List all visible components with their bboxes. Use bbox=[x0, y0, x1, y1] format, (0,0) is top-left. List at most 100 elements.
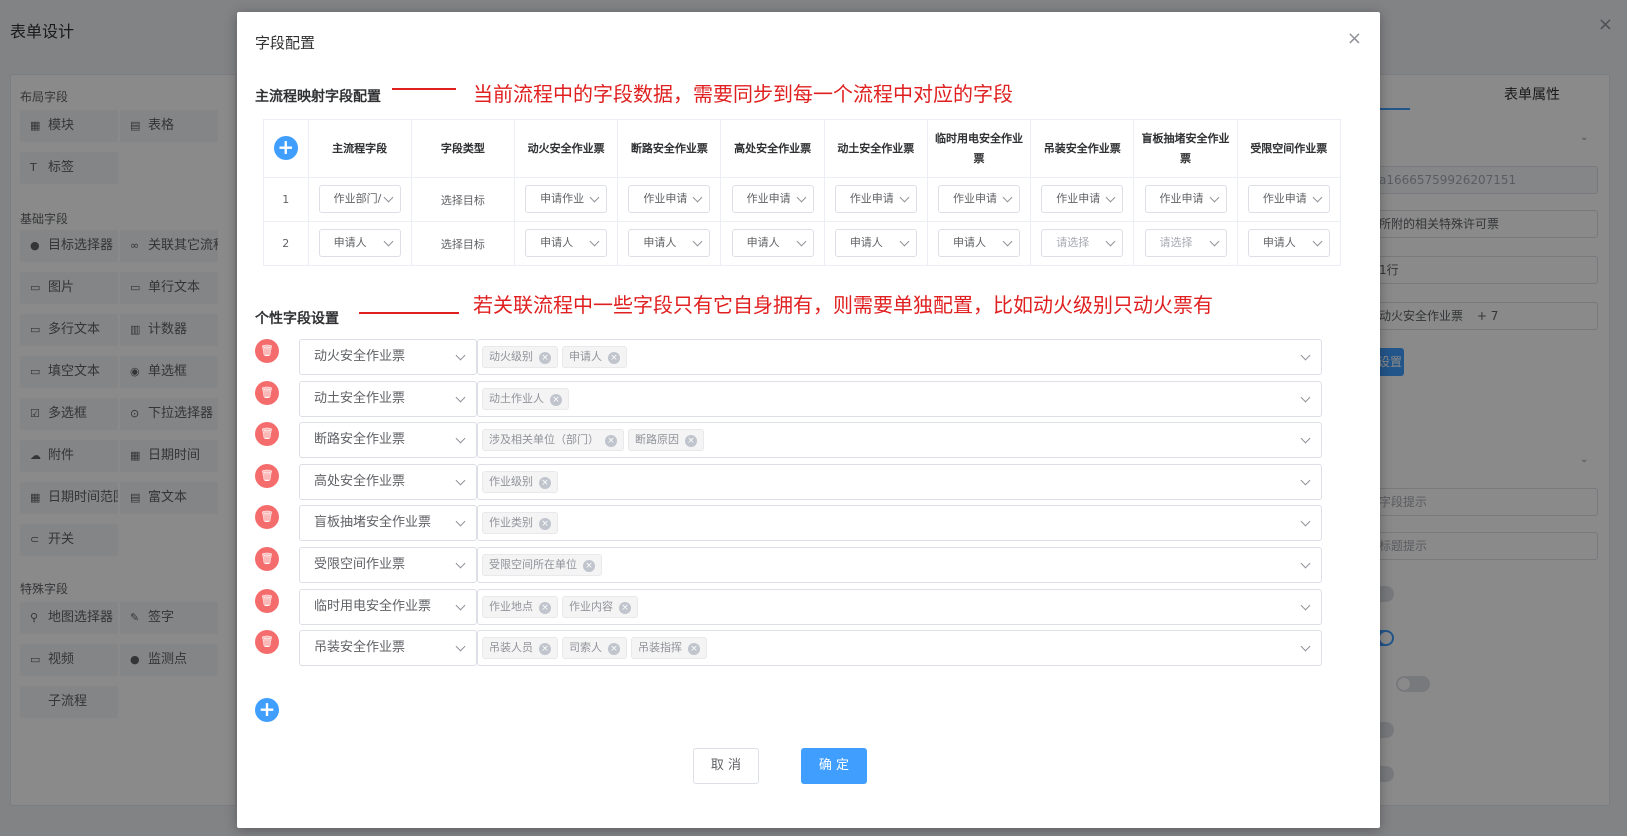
field-tag: 涉及相关单位（部门） × bbox=[482, 429, 624, 451]
fields-multiselect[interactable]: 动火级别 × 申请人 × bbox=[477, 339, 1322, 375]
tag-close-icon[interactable]: × bbox=[605, 435, 617, 447]
form-select-value: 断路安全作业票 bbox=[314, 432, 406, 447]
field-select[interactable]: 申请人 bbox=[1247, 228, 1330, 257]
confirm-button[interactable]: 确 定 bbox=[801, 748, 867, 784]
chevron-down-icon bbox=[692, 236, 703, 246]
dialog-title: 字段配置 bbox=[255, 34, 316, 52]
mapped-field-cell: 申请人 bbox=[617, 221, 722, 266]
field-select[interactable]: 申请人 bbox=[938, 228, 1021, 257]
custom-field-row: 🗑 断路安全作业票 涉及相关单位（部门） × 断路原因 × bbox=[255, 422, 1322, 458]
field-select[interactable]: 请选择 bbox=[1041, 228, 1124, 257]
field-select[interactable]: 申请作业 bbox=[525, 184, 608, 213]
row-index: 2 bbox=[263, 221, 309, 266]
tag-close-icon[interactable]: × bbox=[608, 352, 620, 364]
delete-icon[interactable]: 🗑 bbox=[255, 505, 279, 529]
fields-multiselect[interactable]: 吊装人员 × 司索人 × 吊装指挥 × bbox=[477, 630, 1322, 666]
field-select[interactable]: 申请人 bbox=[834, 228, 917, 257]
form-select[interactable]: 临时用电安全作业票 bbox=[299, 589, 477, 625]
delete-icon[interactable]: 🗑 bbox=[255, 422, 279, 446]
tag-close-icon[interactable]: × bbox=[583, 560, 595, 572]
tag-close-icon[interactable]: × bbox=[608, 643, 620, 655]
tag-close-icon[interactable]: × bbox=[539, 352, 551, 364]
delete-icon[interactable]: 🗑 bbox=[255, 339, 279, 363]
select-value: 作业申请 bbox=[1262, 191, 1307, 205]
fields-multiselect[interactable]: 作业地点 × 作业内容 × bbox=[477, 589, 1322, 625]
mapped-field-cell: 作业申请 bbox=[1133, 177, 1238, 222]
form-select[interactable]: 盲板抽堵安全作业票 bbox=[299, 505, 477, 541]
mapped-field-cell: 申请人 bbox=[1236, 221, 1342, 266]
delete-icon[interactable]: 🗑 bbox=[255, 381, 279, 405]
custom-field-row: 🗑 受限空间作业票 受限空间所在单位 × bbox=[255, 547, 1322, 583]
tag-close-icon[interactable]: × bbox=[688, 643, 700, 655]
form-select[interactable]: 受限空间作业票 bbox=[299, 547, 477, 583]
tag-close-icon[interactable]: × bbox=[539, 602, 551, 614]
tag-close-icon[interactable]: × bbox=[539, 643, 551, 655]
chevron-down-icon bbox=[383, 236, 394, 246]
chevron-down-icon bbox=[1300, 392, 1311, 403]
mapped-field-cell: 作业申请 bbox=[1030, 177, 1135, 222]
field-select[interactable]: 作业申请 bbox=[834, 184, 917, 213]
select-value: 申请人 bbox=[1262, 235, 1296, 249]
mapped-field-cell: 作业申请 bbox=[1236, 177, 1342, 222]
tag-close-icon[interactable]: × bbox=[685, 435, 697, 447]
mapped-field-cell: 作业申请 bbox=[617, 177, 722, 222]
column-header: 受限空间作业票 bbox=[1236, 119, 1342, 178]
field-tag: 作业内容 × bbox=[562, 596, 638, 618]
form-select[interactable]: 动火安全作业票 bbox=[299, 339, 477, 375]
delete-icon[interactable]: 🗑 bbox=[255, 464, 279, 488]
form-select[interactable]: 动土安全作业票 bbox=[299, 381, 477, 417]
tag-close-icon[interactable]: × bbox=[619, 602, 631, 614]
fields-multiselect[interactable]: 作业类别 × bbox=[477, 505, 1322, 541]
field-type-cell: 选择目标 bbox=[410, 177, 516, 222]
fields-multiselect[interactable]: 涉及相关单位（部门） × 断路原因 × bbox=[477, 422, 1322, 458]
tag-close-icon[interactable]: × bbox=[550, 394, 562, 406]
form-select[interactable]: 吊装安全作业票 bbox=[299, 630, 477, 666]
tag-close-icon[interactable]: × bbox=[539, 477, 551, 489]
field-select[interactable]: 申请人 bbox=[318, 228, 401, 257]
form-select-value: 高处安全作业票 bbox=[314, 474, 406, 489]
chevron-down-icon bbox=[1105, 192, 1116, 202]
field-select[interactable]: 作业申请 bbox=[1041, 184, 1124, 213]
fields-multiselect[interactable]: 受限空间所在单位 × bbox=[477, 547, 1322, 583]
delete-icon[interactable]: 🗑 bbox=[255, 547, 279, 571]
chevron-down-icon bbox=[1209, 192, 1219, 202]
field-select[interactable]: 请选择 bbox=[1144, 228, 1227, 257]
add-mapping-icon[interactable]: + bbox=[273, 136, 298, 160]
cancel-button[interactable]: 取 消 bbox=[693, 748, 759, 784]
field-select[interactable]: 作业申请 bbox=[938, 184, 1021, 213]
dialog-close-icon[interactable]: × bbox=[1347, 28, 1362, 49]
field-select[interactable]: 作业申请 bbox=[1144, 184, 1227, 213]
select-value: 作业申请 bbox=[1159, 191, 1204, 205]
fields-multiselect[interactable]: 作业级别 × bbox=[477, 464, 1322, 500]
form-select-value: 盲板抽堵安全作业票 bbox=[314, 515, 432, 530]
chevron-down-icon bbox=[1312, 236, 1323, 246]
select-value: 申请人 bbox=[953, 235, 987, 249]
column-header: 主流程字段 bbox=[307, 119, 412, 178]
select-value: 申请人 bbox=[540, 235, 574, 249]
main-field-cell: 作业部门/ bbox=[307, 177, 412, 222]
delete-icon[interactable]: 🗑 bbox=[255, 630, 279, 654]
select-value: 作业部门/ bbox=[333, 191, 382, 205]
field-tag: 作业类别 × bbox=[482, 512, 558, 534]
fields-multiselect[interactable]: 动土作业人 × bbox=[477, 381, 1322, 417]
add-custom-row-cell: + bbox=[255, 698, 279, 722]
chevron-down-icon bbox=[1300, 433, 1311, 444]
field-select[interactable]: 申请人 bbox=[525, 228, 608, 257]
form-select[interactable]: 高处安全作业票 bbox=[299, 464, 477, 500]
field-select[interactable]: 作业申请 bbox=[731, 184, 814, 213]
delete-icon[interactable]: 🗑 bbox=[255, 589, 279, 613]
custom-field-row: 🗑 动土安全作业票 动土作业人 × bbox=[255, 381, 1322, 417]
column-header: 动火安全作业票 bbox=[513, 119, 619, 178]
field-select[interactable]: 申请人 bbox=[731, 228, 814, 257]
field-select[interactable]: 申请人 bbox=[628, 228, 711, 257]
add-custom-row-icon[interactable]: + bbox=[255, 698, 279, 722]
form-select[interactable]: 断路安全作业票 bbox=[299, 422, 477, 458]
field-tag: 吊装人员 × bbox=[482, 637, 558, 659]
chevron-down-icon bbox=[1300, 475, 1311, 486]
field-select[interactable]: 作业部门/ bbox=[318, 184, 401, 213]
field-select[interactable]: 作业申请 bbox=[628, 184, 711, 213]
chevron-down-icon bbox=[383, 192, 394, 202]
tag-label: 作业内容 bbox=[569, 600, 613, 613]
tag-close-icon[interactable]: × bbox=[539, 518, 551, 530]
field-select[interactable]: 作业申请 bbox=[1247, 184, 1330, 213]
